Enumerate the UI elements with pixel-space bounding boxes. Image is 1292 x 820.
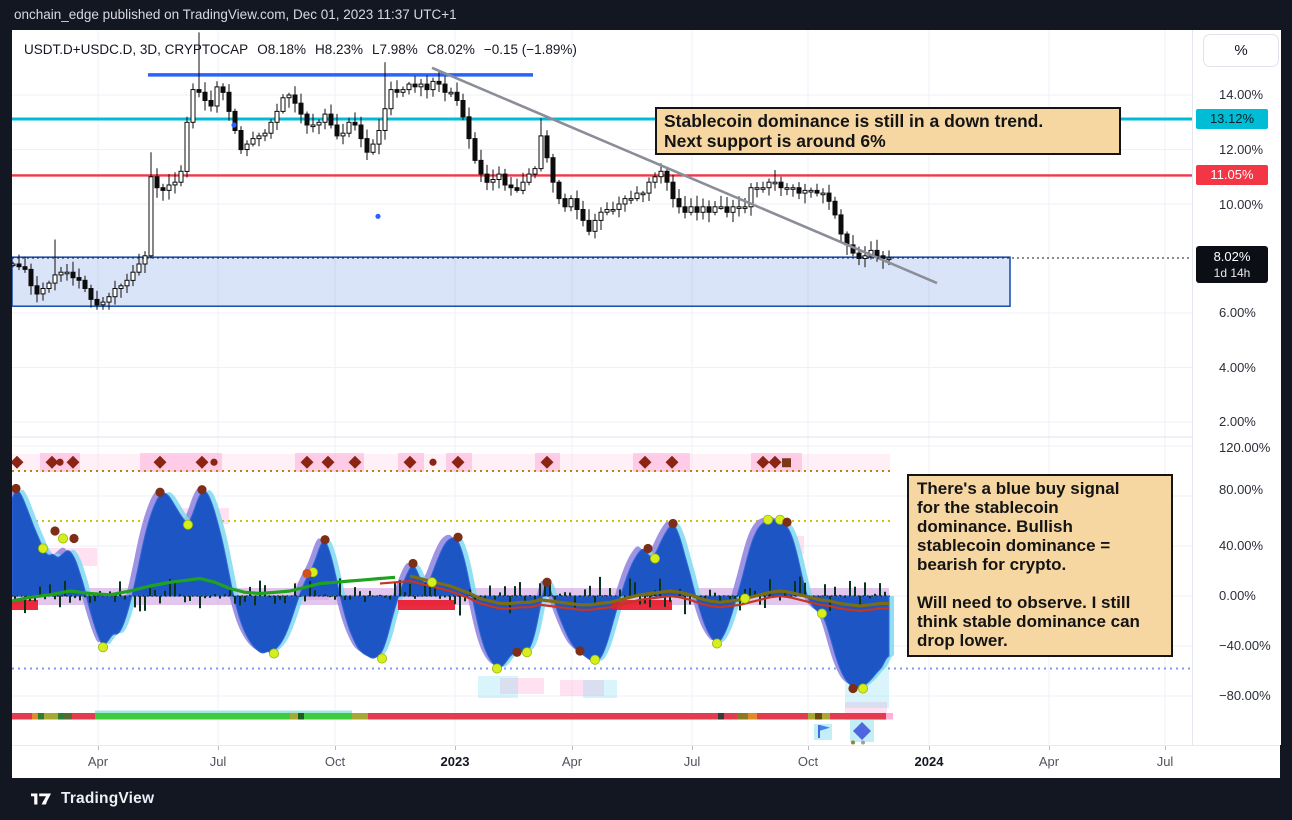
time-axis-tick [455,746,456,750]
published-banner: onchain_edge published on TradingView.co… [0,0,1292,30]
ohlc-change: −0.15 (−1.89%) [483,42,577,57]
red-level-price-tag: 11.05% [1196,165,1268,185]
buy-signal-annotation-line [917,574,1163,593]
time-axis-tick [692,746,693,750]
price-axis-label: 0.00% [1219,588,1256,603]
buy-signal-annotation-line: drop lower. [917,631,1008,650]
current-price-value: 8.02% [1213,249,1251,264]
price-axis-label: 40.00% [1219,538,1264,553]
price-axis[interactable]: 14.00% 12.00% 10.00% 6.00% 4.00% 2.00% 120.00%… [1192,30,1281,745]
percent-scale-button[interactable]: % [1203,34,1279,67]
buy-signal-annotation-line: Will need to observe. I still [917,593,1131,612]
downtrend-annotation-line1: Stablecoin dominance is still in a down … [664,111,1044,131]
buy-signal-annotation-line: for the stablecoin [917,498,1059,517]
buy-signal-annotation-line: There's a blue buy signal [917,479,1120,498]
buy-signal-annotation-line: bearish for crypto. [917,555,1067,574]
time-axis-tick [929,746,930,750]
time-axis-tick [808,746,809,750]
symbol-title: USDT.D+USDC.D, 3D, CRYPTOCAP [24,42,249,57]
tradingview-logo-icon[interactable] [30,791,53,807]
price-axis-label: 120.00% [1219,440,1271,455]
bar-countdown: 1d 14h [1213,266,1251,280]
time-axis-tick [1165,746,1166,750]
buy-signal-annotation-line: stablecoin dominance = [917,536,1111,555]
downtrend-annotation[interactable]: Stablecoin dominance is still in a down … [655,107,1121,155]
ohlc-close: C8.02% [426,42,475,57]
time-axis-label: Apr [1038,754,1060,769]
time-axis-tick [98,746,99,750]
time-axis-label: Apr [87,754,109,769]
buy-signal-annotation-line: dominance. Bullish [917,517,1073,536]
percent-scale-label: % [1234,42,1248,59]
cyan-level-price-tag: 13.12% [1196,109,1268,129]
footer-bar: TradingView [0,777,1292,820]
current-price-tag: 8.02% 1d 14h [1196,246,1268,283]
time-axis-label: Apr [561,754,583,769]
price-axis-label: −80.00% [1219,688,1271,703]
ohlc-open: O8.18% [257,42,306,57]
price-axis-label: 80.00% [1219,482,1264,497]
price-axis-label: 10.00% [1219,197,1264,212]
buy-signal-annotation-line: think stable dominance can [917,612,1140,631]
buy-signal-annotation[interactable]: There's a blue buy signal for the stablec… [907,474,1173,657]
time-axis-label: Jul [683,754,701,769]
time-axis[interactable]: Apr Jul Oct 2023 Apr Jul Oct 2024 Apr Jul [12,745,1280,778]
time-axis-tick [335,746,336,750]
cyan-level-value: 13.12% [1209,111,1255,126]
price-axis-label: 4.00% [1219,360,1256,375]
price-axis-label: 2.00% [1219,414,1256,429]
ohlc-high: H8.23% [314,42,363,57]
ohlc-low: L7.98% [372,42,418,57]
time-axis-label: Jul [209,754,227,769]
time-axis-label: Jul [1156,754,1174,769]
time-axis-label: Oct [797,754,819,769]
symbol-legend[interactable]: USDT.D+USDC.D, 3D, CRYPTOCAP O8.18% H8.2… [24,42,577,57]
published-banner-text: onchain_edge published on TradingView.co… [14,7,457,22]
time-axis-label: 2024 [914,754,944,769]
time-axis-tick [218,746,219,750]
price-axis-label: 6.00% [1219,305,1256,320]
price-axis-label: 14.00% [1219,87,1264,102]
time-axis-label: Oct [324,754,346,769]
time-axis-tick [572,746,573,750]
price-axis-label: 12.00% [1219,142,1264,157]
tradingview-brand-label[interactable]: TradingView [61,790,154,808]
downtrend-annotation-line2: Next support is around 6% [664,131,886,151]
price-axis-label: −40.00% [1219,638,1271,653]
chart-surface: USDT.D+USDC.D, 3D, CRYPTOCAP O8.18% H8.2… [12,30,1281,778]
red-level-value: 11.05% [1210,167,1254,182]
time-axis-tick [1049,746,1050,750]
time-axis-label: 2023 [440,754,470,769]
